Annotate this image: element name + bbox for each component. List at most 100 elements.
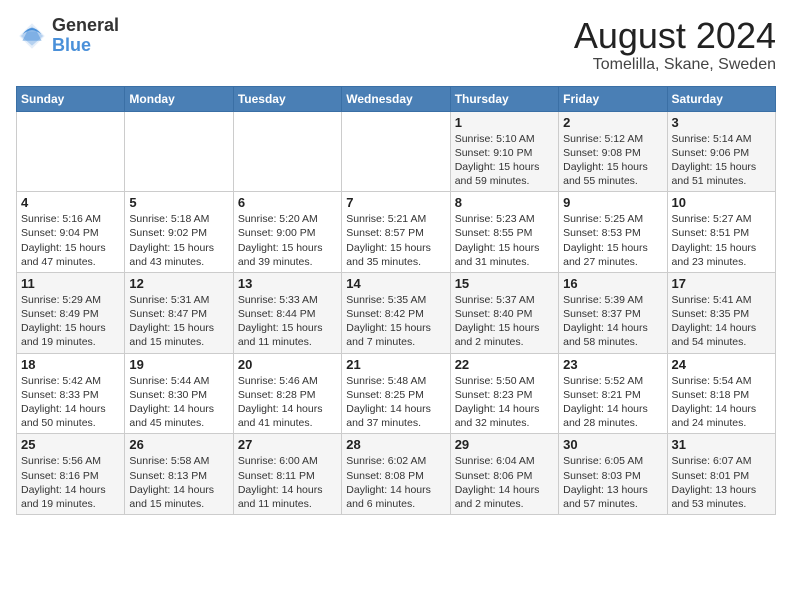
logo-icon bbox=[16, 20, 48, 52]
day-info: Sunrise: 6:00 AM Sunset: 8:11 PM Dayligh… bbox=[238, 454, 337, 511]
calendar-cell: 1 Sunrise: 5:10 AM Sunset: 9:10 PM Daylig… bbox=[450, 111, 558, 192]
day-number: 26 bbox=[129, 437, 228, 452]
title-area: August 2024 Tomelilla, Skane, Sweden bbox=[574, 16, 776, 74]
day-info: Sunrise: 5:41 AM Sunset: 8:35 PM Dayligh… bbox=[672, 293, 771, 350]
day-info: Sunrise: 5:25 AM Sunset: 8:53 PM Dayligh… bbox=[563, 212, 662, 269]
calendar-cell: 18 Sunrise: 5:42 AM Sunset: 8:33 PM Dayli… bbox=[17, 353, 125, 434]
day-info: Sunrise: 5:33 AM Sunset: 8:44 PM Dayligh… bbox=[238, 293, 337, 350]
calendar-cell: 7 Sunrise: 5:21 AM Sunset: 8:57 PM Daylig… bbox=[342, 192, 450, 273]
calendar-cell bbox=[17, 111, 125, 192]
calendar-cell: 19 Sunrise: 5:44 AM Sunset: 8:30 PM Dayli… bbox=[125, 353, 233, 434]
calendar-cell: 15 Sunrise: 5:37 AM Sunset: 8:40 PM Dayli… bbox=[450, 272, 558, 353]
day-info: Sunrise: 5:27 AM Sunset: 8:51 PM Dayligh… bbox=[672, 212, 771, 269]
weekday-header: Thursday bbox=[450, 86, 558, 111]
calendar-week-row: 18 Sunrise: 5:42 AM Sunset: 8:33 PM Dayli… bbox=[17, 353, 776, 434]
calendar-cell: 2 Sunrise: 5:12 AM Sunset: 9:08 PM Daylig… bbox=[559, 111, 667, 192]
calendar-week-row: 25Sunrise: 5:56 AM Sunset: 8:16 PM Dayli… bbox=[17, 434, 776, 515]
day-number: 23 bbox=[563, 357, 662, 372]
day-info: Sunrise: 5:21 AM Sunset: 8:57 PM Dayligh… bbox=[346, 212, 445, 269]
calendar-header: SundayMondayTuesdayWednesdayThursdayFrid… bbox=[17, 86, 776, 111]
calendar-week-row: 1 Sunrise: 5:10 AM Sunset: 9:10 PM Daylig… bbox=[17, 111, 776, 192]
calendar-cell bbox=[233, 111, 341, 192]
day-info: Sunrise: 5:46 AM Sunset: 8:28 PM Dayligh… bbox=[238, 374, 337, 431]
day-info: Sunrise: 5:14 AM Sunset: 9:06 PM Dayligh… bbox=[672, 132, 771, 189]
day-info: Sunrise: 6:04 AM Sunset: 8:06 PM Dayligh… bbox=[455, 454, 554, 511]
calendar-cell: 3 Sunrise: 5:14 AM Sunset: 9:06 PM Daylig… bbox=[667, 111, 775, 192]
day-number: 30 bbox=[563, 437, 662, 452]
calendar-cell: 21 Sunrise: 5:48 AM Sunset: 8:25 PM Dayli… bbox=[342, 353, 450, 434]
day-number: 21 bbox=[346, 357, 445, 372]
day-info: Sunrise: 5:18 AM Sunset: 9:02 PM Dayligh… bbox=[129, 212, 228, 269]
weekday-header: Saturday bbox=[667, 86, 775, 111]
day-number: 8 bbox=[455, 195, 554, 210]
calendar-cell: 4Sunrise: 5:16 AM Sunset: 9:04 PM Daylig… bbox=[17, 192, 125, 273]
day-number: 9 bbox=[563, 195, 662, 210]
day-number: 27 bbox=[238, 437, 337, 452]
day-number: 29 bbox=[455, 437, 554, 452]
calendar-cell: 12Sunrise: 5:31 AM Sunset: 8:47 PM Dayli… bbox=[125, 272, 233, 353]
weekday-row: SundayMondayTuesdayWednesdayThursdayFrid… bbox=[17, 86, 776, 111]
day-info: Sunrise: 5:48 AM Sunset: 8:25 PM Dayligh… bbox=[346, 374, 445, 431]
calendar-cell: 31 Sunrise: 6:07 AM Sunset: 8:01 PM Dayli… bbox=[667, 434, 775, 515]
calendar-cell: 6 Sunrise: 5:20 AM Sunset: 9:00 PM Daylig… bbox=[233, 192, 341, 273]
day-info: Sunrise: 5:39 AM Sunset: 8:37 PM Dayligh… bbox=[563, 293, 662, 350]
day-info: Sunrise: 5:44 AM Sunset: 8:30 PM Dayligh… bbox=[129, 374, 228, 431]
day-number: 3 bbox=[672, 115, 771, 130]
calendar-cell: 20Sunrise: 5:46 AM Sunset: 8:28 PM Dayli… bbox=[233, 353, 341, 434]
day-number: 1 bbox=[455, 115, 554, 130]
day-number: 6 bbox=[238, 195, 337, 210]
weekday-header: Sunday bbox=[17, 86, 125, 111]
day-number: 14 bbox=[346, 276, 445, 291]
day-number: 19 bbox=[129, 357, 228, 372]
header: General Blue August 2024 Tomelilla, Skan… bbox=[16, 16, 776, 74]
day-number: 5 bbox=[129, 195, 228, 210]
day-info: Sunrise: 5:29 AM Sunset: 8:49 PM Dayligh… bbox=[21, 293, 120, 350]
calendar-cell: 11Sunrise: 5:29 AM Sunset: 8:49 PM Dayli… bbox=[17, 272, 125, 353]
day-number: 28 bbox=[346, 437, 445, 452]
day-info: Sunrise: 5:31 AM Sunset: 8:47 PM Dayligh… bbox=[129, 293, 228, 350]
calendar-cell: 16 Sunrise: 5:39 AM Sunset: 8:37 PM Dayli… bbox=[559, 272, 667, 353]
calendar-cell: 17Sunrise: 5:41 AM Sunset: 8:35 PM Dayli… bbox=[667, 272, 775, 353]
calendar-cell: 13 Sunrise: 5:33 AM Sunset: 8:44 PM Dayli… bbox=[233, 272, 341, 353]
day-info: Sunrise: 6:05 AM Sunset: 8:03 PM Dayligh… bbox=[563, 454, 662, 511]
calendar-cell: 22 Sunrise: 5:50 AM Sunset: 8:23 PM Dayli… bbox=[450, 353, 558, 434]
main-title: August 2024 bbox=[574, 16, 776, 56]
calendar-cell bbox=[125, 111, 233, 192]
calendar-cell: 5 Sunrise: 5:18 AM Sunset: 9:02 PM Daylig… bbox=[125, 192, 233, 273]
day-info: Sunrise: 5:20 AM Sunset: 9:00 PM Dayligh… bbox=[238, 212, 337, 269]
calendar-cell: 10Sunrise: 5:27 AM Sunset: 8:51 PM Dayli… bbox=[667, 192, 775, 273]
day-info: Sunrise: 5:23 AM Sunset: 8:55 PM Dayligh… bbox=[455, 212, 554, 269]
day-info: Sunrise: 5:58 AM Sunset: 8:13 PM Dayligh… bbox=[129, 454, 228, 511]
calendar-cell: 24Sunrise: 5:54 AM Sunset: 8:18 PM Dayli… bbox=[667, 353, 775, 434]
day-number: 18 bbox=[21, 357, 120, 372]
day-number: 16 bbox=[563, 276, 662, 291]
day-number: 13 bbox=[238, 276, 337, 291]
logo-text: General Blue bbox=[52, 16, 119, 56]
day-number: 2 bbox=[563, 115, 662, 130]
calendar-table: SundayMondayTuesdayWednesdayThursdayFrid… bbox=[16, 86, 776, 515]
logo-general-label: General bbox=[52, 16, 119, 36]
day-info: Sunrise: 6:07 AM Sunset: 8:01 PM Dayligh… bbox=[672, 454, 771, 511]
day-number: 31 bbox=[672, 437, 771, 452]
calendar-cell bbox=[342, 111, 450, 192]
day-info: Sunrise: 5:50 AM Sunset: 8:23 PM Dayligh… bbox=[455, 374, 554, 431]
weekday-header: Tuesday bbox=[233, 86, 341, 111]
calendar-cell: 29 Sunrise: 6:04 AM Sunset: 8:06 PM Dayli… bbox=[450, 434, 558, 515]
day-number: 15 bbox=[455, 276, 554, 291]
calendar-cell: 28Sunrise: 6:02 AM Sunset: 8:08 PM Dayli… bbox=[342, 434, 450, 515]
day-info: Sunrise: 5:16 AM Sunset: 9:04 PM Dayligh… bbox=[21, 212, 120, 269]
day-number: 7 bbox=[346, 195, 445, 210]
calendar-cell: 14 Sunrise: 5:35 AM Sunset: 8:42 PM Dayli… bbox=[342, 272, 450, 353]
calendar-cell: 27 Sunrise: 6:00 AM Sunset: 8:11 PM Dayli… bbox=[233, 434, 341, 515]
weekday-header: Wednesday bbox=[342, 86, 450, 111]
day-info: Sunrise: 5:54 AM Sunset: 8:18 PM Dayligh… bbox=[672, 374, 771, 431]
day-info: Sunrise: 5:42 AM Sunset: 8:33 PM Dayligh… bbox=[21, 374, 120, 431]
day-info: Sunrise: 5:35 AM Sunset: 8:42 PM Dayligh… bbox=[346, 293, 445, 350]
day-number: 22 bbox=[455, 357, 554, 372]
weekday-header: Monday bbox=[125, 86, 233, 111]
day-info: Sunrise: 5:37 AM Sunset: 8:40 PM Dayligh… bbox=[455, 293, 554, 350]
calendar-cell: 30 Sunrise: 6:05 AM Sunset: 8:03 PM Dayli… bbox=[559, 434, 667, 515]
day-info: Sunrise: 5:12 AM Sunset: 9:08 PM Dayligh… bbox=[563, 132, 662, 189]
calendar-cell: 23Sunrise: 5:52 AM Sunset: 8:21 PM Dayli… bbox=[559, 353, 667, 434]
day-info: Sunrise: 5:10 AM Sunset: 9:10 PM Dayligh… bbox=[455, 132, 554, 189]
